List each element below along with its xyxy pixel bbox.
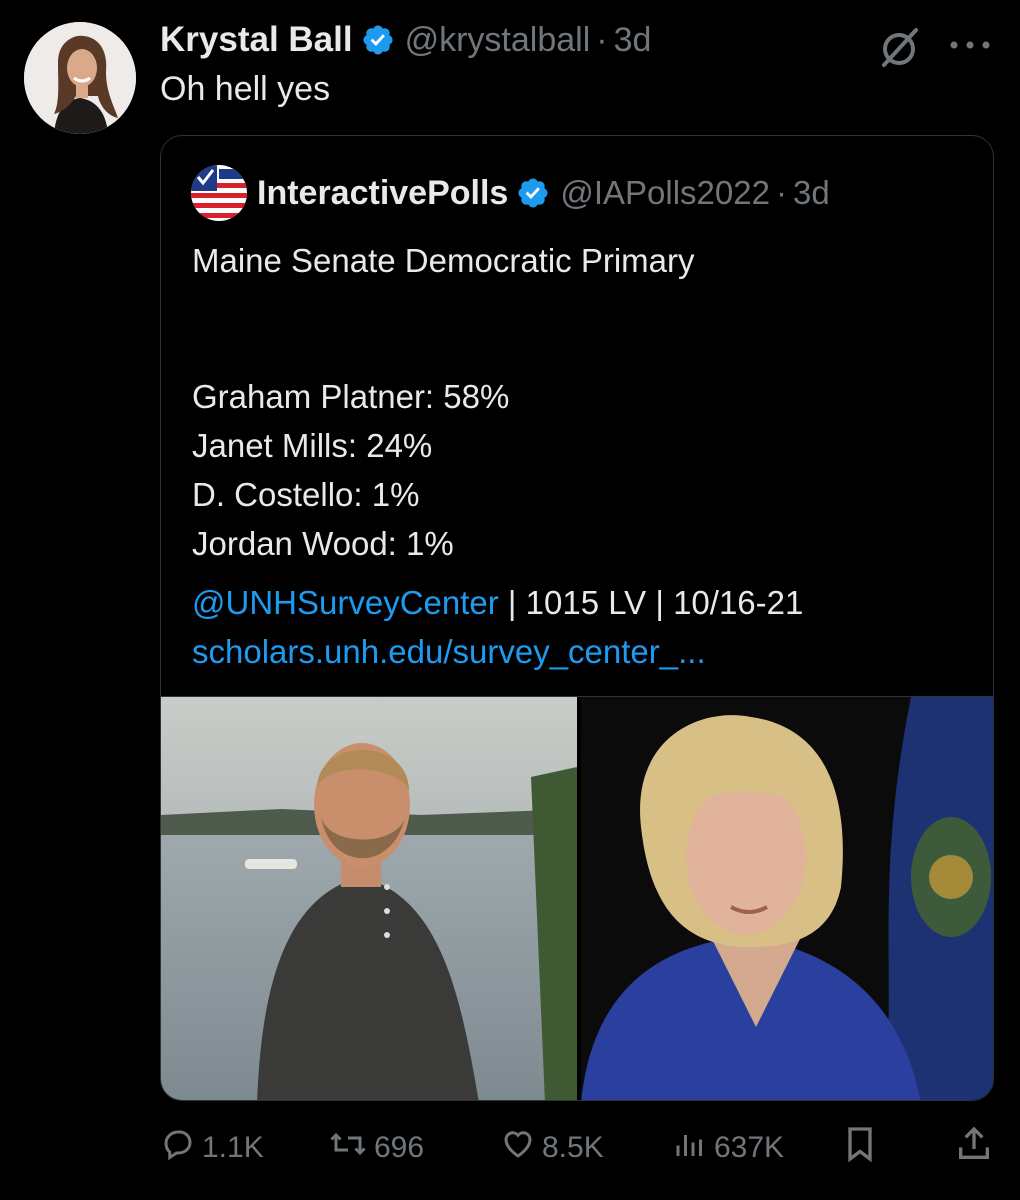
views-icon <box>672 1126 714 1170</box>
tweet-header: Krystal Ball @krystalball · 3d <box>160 18 651 62</box>
meta-separator: · <box>596 20 608 59</box>
author-avatar[interactable] <box>24 22 136 134</box>
quoted-timestamp[interactable]: 3d <box>793 174 830 212</box>
meta-separator: · <box>775 174 787 211</box>
quoted-author-handle[interactable]: @IAPolls2022 <box>560 174 770 212</box>
quoted-author-avatar[interactable] <box>191 165 247 221</box>
reply-icon <box>160 1126 202 1170</box>
like-icon <box>500 1126 542 1170</box>
grok-icon[interactable] <box>876 24 922 70</box>
media-grid <box>161 696 993 1100</box>
result-line: Janet Mills: 24% <box>192 427 433 464</box>
quoted-tweet-card[interactable]: InteractivePolls @IAPolls2022 · 3d Maine… <box>160 135 994 1101</box>
source-url-link[interactable]: scholars.unh.edu/survey_center_... <box>192 627 706 676</box>
share-icon <box>954 1124 1000 1172</box>
source-details: | 1015 LV | 10/16-21 <box>498 584 804 621</box>
like-count: 8.5K <box>542 1131 604 1164</box>
quoted-tweet-header: InteractivePolls @IAPolls2022 · 3d <box>191 164 830 222</box>
author-name[interactable]: Krystal Ball <box>160 20 353 60</box>
media-photo-left[interactable] <box>161 697 577 1100</box>
tweet-text: Oh hell yes <box>160 70 331 108</box>
views-count: 637K <box>714 1131 785 1164</box>
bookmark-button[interactable] <box>840 1125 886 1171</box>
tweet-timestamp[interactable]: 3d <box>614 21 652 60</box>
action-bar: 1.1K 696 8.5K 637K <box>0 1125 1020 1171</box>
poll-title: Maine Senate Democratic Primary <box>192 242 695 279</box>
repost-count: 696 <box>374 1131 425 1164</box>
like-button[interactable]: 8.5K <box>500 1125 604 1171</box>
reply-count: 1.1K <box>202 1131 264 1164</box>
source-line: @UNHSurveyCenter | 1015 LV | 10/16-21 <box>192 578 803 627</box>
media-photo-right[interactable] <box>581 697 993 1100</box>
source-mention-link[interactable]: @UNHSurveyCenter <box>192 584 499 621</box>
views-button[interactable]: 637K <box>672 1125 784 1171</box>
more-icon[interactable] <box>946 38 994 52</box>
result-line: Jordan Wood: 1% <box>192 525 454 562</box>
repost-icon <box>328 1126 374 1170</box>
bookmark-icon <box>840 1124 886 1172</box>
result-line: D. Costello: 1% <box>192 476 420 513</box>
verified-badge-icon[interactable] <box>516 176 550 210</box>
poll-results: Graham Platner: 58% Janet Mills: 24% D. … <box>192 372 972 568</box>
repost-button[interactable]: 696 <box>328 1125 424 1171</box>
verified-badge-icon[interactable] <box>361 23 395 57</box>
share-button[interactable] <box>954 1125 1000 1171</box>
quoted-author-name[interactable]: InteractivePolls <box>257 174 508 213</box>
author-handle[interactable]: @krystalball <box>405 21 591 60</box>
reply-button[interactable]: 1.1K <box>160 1125 264 1171</box>
result-line: Graham Platner: 58% <box>192 378 510 415</box>
